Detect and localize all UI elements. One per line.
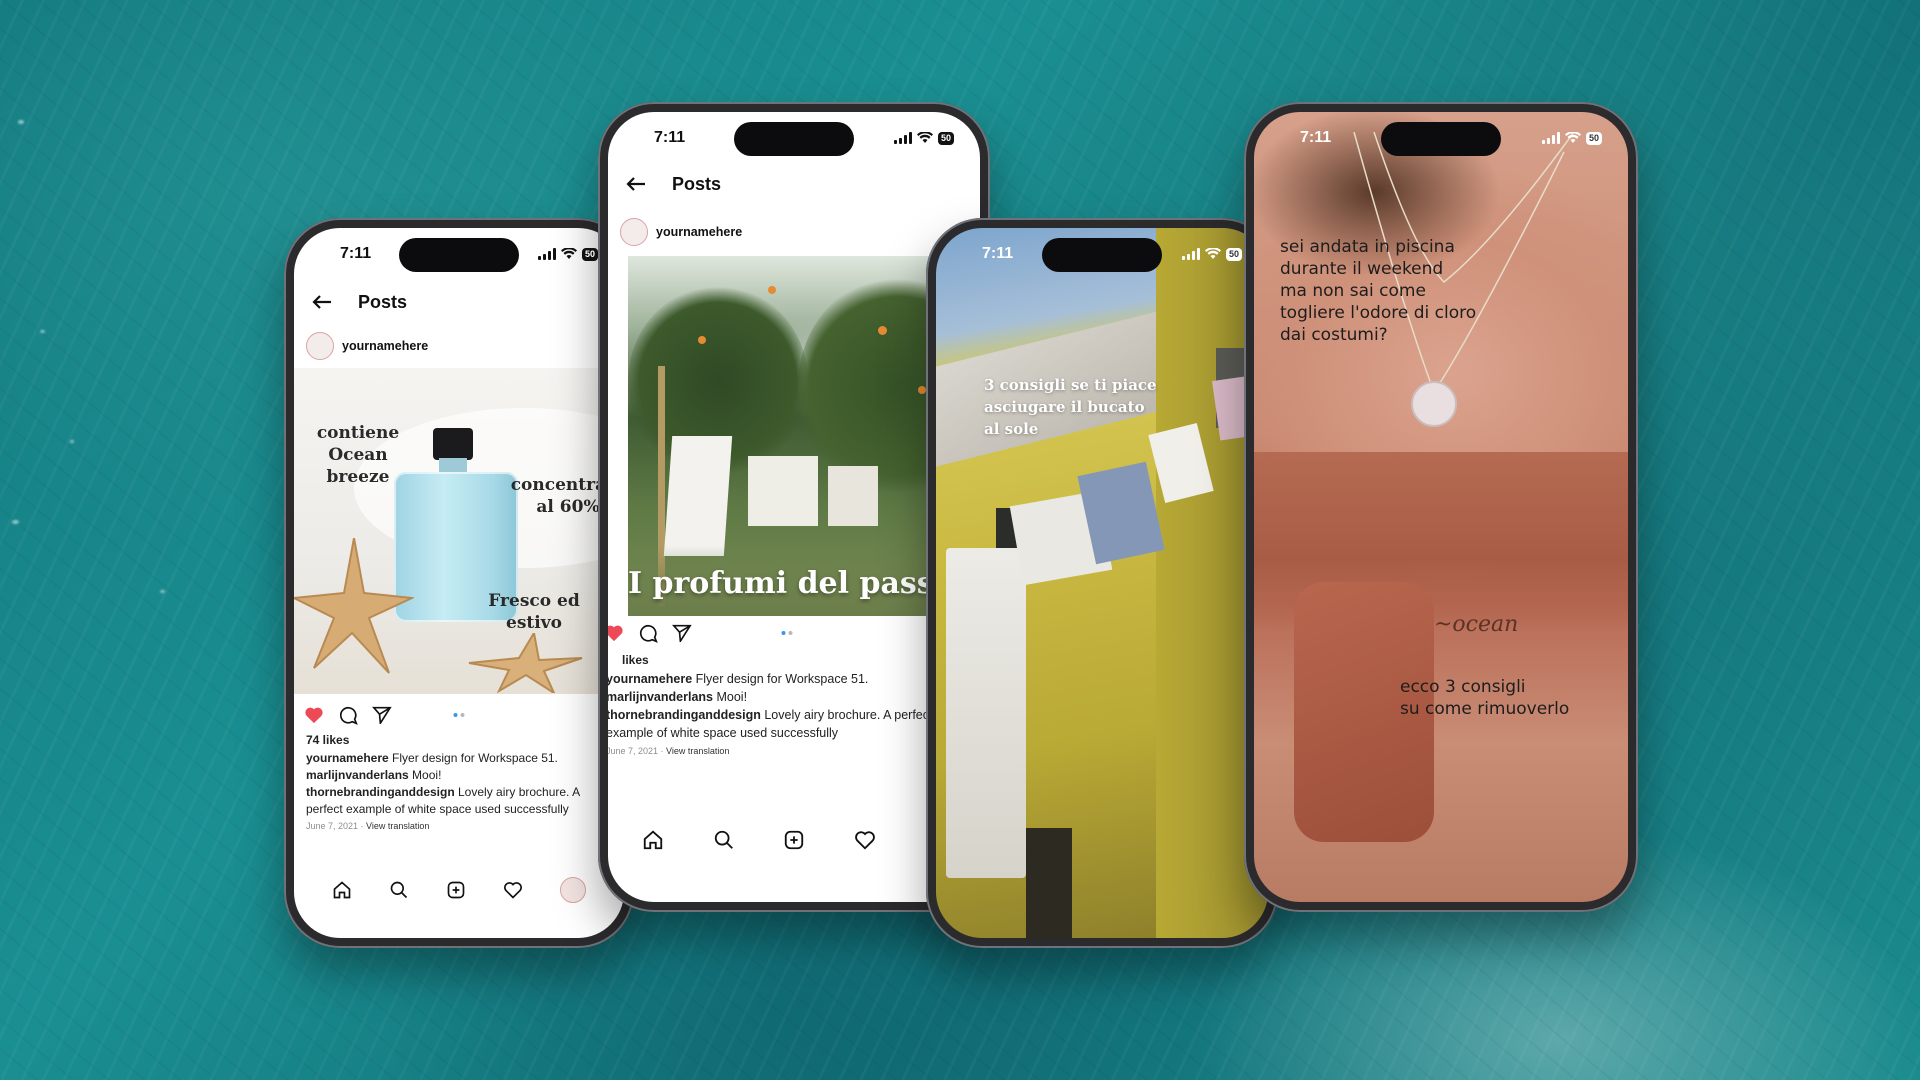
orange-fruit bbox=[918, 386, 926, 394]
post-author-row: yournamehere ⋮ bbox=[294, 326, 624, 366]
home-icon[interactable] bbox=[332, 880, 352, 900]
signal-icon bbox=[1181, 248, 1200, 260]
search-icon[interactable] bbox=[713, 829, 735, 851]
avatar[interactable] bbox=[306, 332, 334, 360]
dynamic-island bbox=[1042, 238, 1162, 272]
hanging-sheet bbox=[748, 456, 818, 526]
battery-icon: 50 bbox=[937, 131, 954, 145]
starfish-icon bbox=[468, 633, 583, 693]
phone-mockup-swimwear-story: 7:11 50 ~ocean sei andata in piscina dur… bbox=[1244, 102, 1638, 912]
heart-icon[interactable] bbox=[503, 880, 523, 900]
status-time: 7:11 bbox=[340, 245, 372, 262]
heart-filled-icon[interactable] bbox=[608, 624, 624, 642]
dynamic-island bbox=[1381, 122, 1501, 156]
signal-icon bbox=[1541, 132, 1560, 144]
battery-icon: 50 bbox=[1585, 131, 1602, 145]
post-actions bbox=[294, 698, 624, 732]
sea-foam bbox=[70, 440, 74, 443]
story-caption: 3 consigli se ti piace asciugare il buca… bbox=[984, 376, 1157, 438]
wifi-icon bbox=[916, 132, 933, 143]
heart-filled-icon[interactable] bbox=[304, 706, 324, 724]
wifi-icon bbox=[1204, 248, 1221, 259]
status-time: 7:11 bbox=[654, 129, 686, 146]
post-comments: yournamehere Flyer design for Workspace … bbox=[608, 670, 970, 760]
comment: marlijnvanderlans Mooi! bbox=[306, 768, 442, 782]
comment: yournamehere Flyer design for Workspace … bbox=[306, 751, 558, 765]
sea-foam bbox=[18, 120, 24, 124]
orange-fruit bbox=[698, 336, 706, 344]
post-likes: likes bbox=[622, 653, 649, 667]
phone-screen: 7:11 50 Posts yournamehere ⋮ bbox=[608, 112, 980, 902]
post-username[interactable]: yournamehere bbox=[656, 225, 944, 239]
comment: yournamehere Flyer design for Workspace … bbox=[608, 672, 869, 686]
status-time: 7:11 bbox=[982, 245, 1014, 262]
hanging-sheet bbox=[828, 466, 878, 526]
share-icon[interactable] bbox=[372, 706, 392, 724]
carousel-dots bbox=[453, 713, 465, 717]
page-title: Posts bbox=[672, 173, 722, 194]
post-username[interactable]: yournamehere bbox=[342, 339, 588, 353]
phone-mockup-perfume-post: 7:11 50 Posts yournamehere ⋮ bbox=[284, 218, 634, 948]
back-arrow-icon[interactable] bbox=[312, 294, 332, 310]
dynamic-island bbox=[734, 122, 854, 156]
view-translation-link[interactable]: View translation bbox=[366, 821, 429, 831]
post-date: June 7, 2021 · View translation bbox=[608, 746, 730, 756]
signal-icon bbox=[893, 132, 912, 144]
bottom-navigation bbox=[294, 870, 624, 910]
battery-icon: 50 bbox=[1225, 247, 1242, 261]
signal-icon bbox=[537, 248, 556, 260]
hanging-sheet bbox=[663, 436, 733, 556]
orange-fruit bbox=[768, 286, 776, 294]
back-arrow-icon[interactable] bbox=[626, 176, 646, 192]
story-question: sei andata in piscina durante il weekend… bbox=[1280, 237, 1477, 345]
post-date: June 7, 2021 · View translation bbox=[306, 821, 430, 831]
story-answer: ecco 3 consigli su come rimuoverlo bbox=[1400, 677, 1570, 719]
sea-foam bbox=[12, 520, 19, 524]
profile-avatar[interactable] bbox=[559, 877, 586, 903]
phone-screen: 7:11 50 ~ocean sei andata in piscina dur… bbox=[1254, 112, 1628, 902]
dynamic-island bbox=[399, 238, 519, 272]
page-title: Posts bbox=[358, 291, 408, 312]
image-caption-fresh: Fresco ed estivo bbox=[488, 591, 580, 633]
comment: thornebrandinganddesign Lovely airy broc… bbox=[306, 785, 580, 816]
sea-foam bbox=[160, 590, 165, 593]
post-comments: yournamehere Flyer design for Workspace … bbox=[306, 750, 598, 835]
post-likes: 74 likes bbox=[306, 733, 350, 747]
comment: marlijnvanderlans Mooi! bbox=[608, 690, 748, 704]
comment-icon[interactable] bbox=[638, 623, 658, 643]
phone-screen: 7:11 50 Posts yournamehere ⋮ bbox=[294, 228, 624, 938]
posts-header: Posts bbox=[608, 162, 980, 206]
perfume-cap bbox=[433, 428, 473, 460]
window bbox=[1026, 828, 1072, 938]
tattoo: ~ocean bbox=[1434, 612, 1519, 637]
orange-fruit bbox=[878, 326, 887, 335]
add-post-icon[interactable] bbox=[783, 829, 805, 851]
bottom-navigation bbox=[608, 820, 920, 860]
view-translation-link[interactable]: View translation bbox=[666, 746, 729, 756]
comment: thornebrandinganddesign Lovely airy broc… bbox=[608, 708, 933, 740]
heart-icon[interactable] bbox=[854, 829, 876, 851]
search-icon[interactable] bbox=[389, 880, 409, 900]
comment-icon[interactable] bbox=[338, 705, 358, 725]
posts-header: Posts bbox=[294, 280, 624, 324]
carousel-dots bbox=[781, 631, 793, 635]
home-icon[interactable] bbox=[642, 829, 664, 851]
wifi-icon bbox=[1564, 132, 1581, 143]
phone-screen: 7:11 50 3 consigli se ti piace asciugare… bbox=[936, 228, 1268, 938]
post-actions bbox=[608, 616, 980, 650]
status-time: 7:11 bbox=[1300, 129, 1332, 146]
share-icon[interactable] bbox=[672, 624, 692, 642]
wifi-icon bbox=[560, 248, 577, 259]
starfish-icon bbox=[294, 538, 414, 674]
post-image-perfume: contiene Ocean breeze concentrato al 60% F… bbox=[294, 368, 624, 694]
phone-mockup-laundry-story: 7:11 50 3 consigli se ti piace asciugare… bbox=[926, 218, 1278, 948]
image-caption-ocean-breeze: contiene Ocean breeze bbox=[316, 423, 400, 487]
avatar[interactable] bbox=[620, 218, 648, 246]
battery-icon: 50 bbox=[581, 247, 598, 261]
post-author-row: yournamehere ⋮ bbox=[608, 212, 980, 252]
sea-foam bbox=[40, 330, 45, 333]
add-post-icon[interactable] bbox=[446, 880, 466, 900]
hanging-sheet bbox=[946, 548, 1026, 878]
